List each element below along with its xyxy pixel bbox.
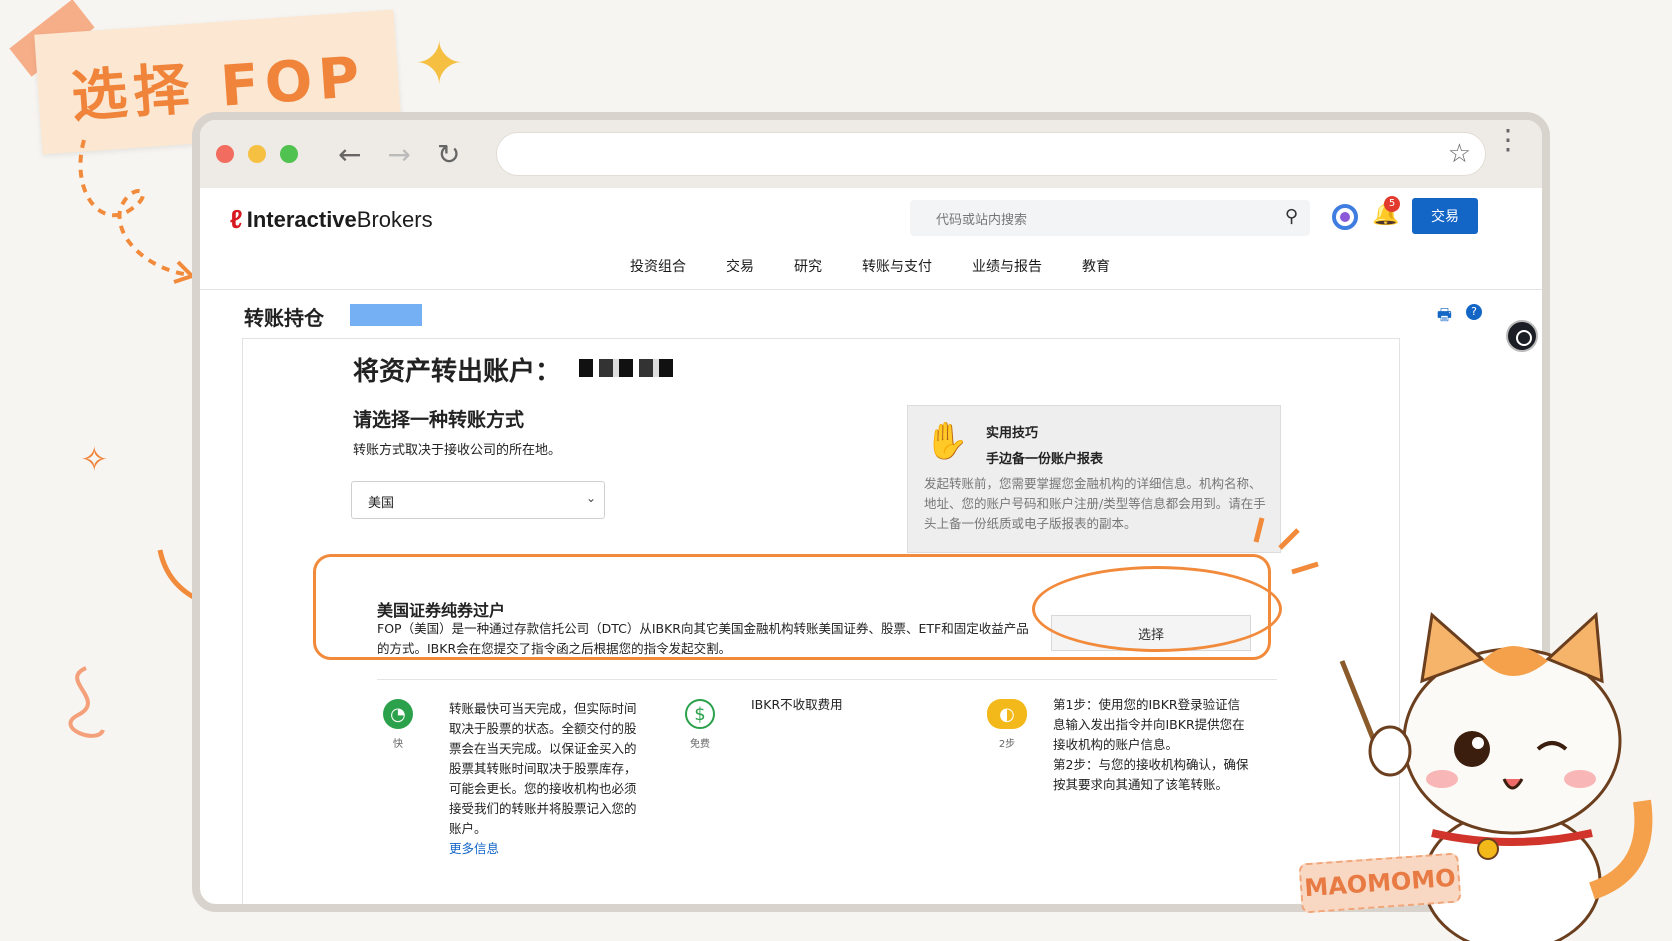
ib-logo[interactable]: ℓ Interactive Brokers: [230, 204, 433, 235]
fop-title: 美国证券纯券过户: [377, 601, 506, 620]
ibkr-assistant-icon[interactable]: [1332, 204, 1358, 230]
speed-label: 快: [393, 739, 403, 750]
country-select-value: 美国: [368, 496, 395, 511]
nav-portfolio[interactable]: 投资组合: [630, 256, 686, 276]
bookmark-star-icon[interactable]: ☆: [1448, 139, 1471, 169]
search-placeholder: 代码或站内搜索: [936, 213, 1028, 228]
back-icon[interactable]: ←: [338, 138, 361, 171]
minimize-dot[interactable]: [248, 145, 266, 163]
steps-icon: ◐: [987, 699, 1027, 729]
card-title: 将资产转出账户：: [353, 357, 562, 387]
sparkle-outline-icon: ✧: [80, 440, 109, 480]
speed-description: 转账最快可当天完成，但实际时间取决于股票的状态。全额交付的股票会在当天完成。以保…: [449, 701, 637, 836]
page-title: 转账持仓: [244, 306, 324, 330]
dashed-arrow-icon: [78, 139, 196, 284]
more-info-link[interactable]: 更多信息: [449, 841, 499, 856]
step-2: 第2步：与您的接收机构确认，确保按其要求向其通知了该笔转账。: [1053, 757, 1249, 792]
masked-account-number: [579, 359, 679, 377]
divider: [377, 679, 1277, 680]
address-bar[interactable]: ☆: [496, 132, 1486, 176]
browser-menu-icon[interactable]: ⋮: [1494, 126, 1522, 154]
ib-logo-mark-icon: ℓ: [230, 204, 243, 234]
speed-feature: ◔ 快: [383, 699, 413, 750]
tip-label: 实用技巧: [986, 426, 1039, 441]
steps-text: 第1步：使用您的IBKR登录验证信息输入发出指令并向IBKR提供您在接收机构的账…: [1053, 695, 1249, 795]
speedometer-icon: ◔: [383, 699, 413, 729]
tip-box: ✋ 实用技巧 手边备一份账户报表 发起转账前，您需要掌握您金融机构的详细信息。机…: [907, 405, 1281, 553]
print-icon[interactable]: 🖶: [1437, 304, 1452, 331]
sparkle-icon: ✦: [414, 29, 465, 99]
help-icon[interactable]: ?: [1466, 304, 1482, 320]
logo-text-bold: Interactive: [246, 206, 357, 232]
trade-button[interactable]: 交易: [1412, 198, 1478, 234]
forward-icon[interactable]: →: [387, 138, 410, 171]
country-select[interactable]: 美国 ⌄: [351, 481, 605, 519]
main-nav: 投资组合 交易 研究 转账与支付 业绩与报告 教育: [630, 256, 1150, 276]
close-dot[interactable]: [216, 145, 234, 163]
browser-toolbar: ← → ↻ ☆ ⋮: [200, 120, 1542, 188]
fee-label: 免费: [690, 739, 710, 750]
site-search-input[interactable]: 代码或站内搜索 ⚲: [910, 200, 1310, 236]
fee-text: IBKR不收取费用: [751, 697, 843, 712]
fop-select-button[interactable]: 选择: [1051, 615, 1251, 651]
fee-feature: $ 免费: [685, 699, 715, 750]
nav-education[interactable]: 教育: [1082, 256, 1110, 276]
method-title: 请选择一种转账方式: [353, 409, 525, 431]
masked-account-id: [350, 304, 422, 326]
nav-trade[interactable]: 交易: [726, 256, 754, 276]
squiggle-icon: [68, 666, 105, 738]
page-title-row: 转账持仓 🖶 ?: [200, 290, 1542, 352]
snap-fingers-icon: ✋: [924, 421, 969, 462]
fop-description: FOP（美国）是一种通过存款信托公司（DTC）从IBKR向其它美国金融机构转账美…: [377, 621, 1029, 656]
step-1: 第1步：使用您的IBKR登录验证信息输入发出指令并向IBKR提供您在接收机构的账…: [1053, 697, 1245, 752]
refresh-icon[interactable]: ↻: [437, 138, 460, 171]
steps-feature: ◐ 2步: [987, 699, 1027, 750]
nav-research[interactable]: 研究: [794, 256, 822, 276]
method-subtitle: 转账方式取决于接收公司的所在地。: [353, 443, 562, 458]
nav-transfer-pay[interactable]: 转账与支付: [862, 256, 932, 276]
fop-option: 美国证券纯券过户 FOP（美国）是一种通过存款信托公司（DTC）从IBKR向其它…: [243, 579, 1283, 689]
chat-support-icon[interactable]: [1506, 320, 1538, 352]
tip-body: 发起转账前，您需要掌握您金融机构的详细信息。机构名称、地址、您的账户号码和账户注…: [924, 476, 1266, 531]
tip-heading: 手边备一份账户报表: [986, 452, 1104, 467]
notification-badge: 5: [1384, 196, 1400, 212]
nav-performance-reports[interactable]: 业绩与报告: [972, 256, 1042, 276]
maximize-dot[interactable]: [280, 145, 298, 163]
emphasis-marks-icon: [1253, 517, 1319, 575]
chevron-down-icon: ⌄: [585, 491, 596, 505]
search-icon[interactable]: ⚲: [1285, 206, 1298, 227]
speed-text: 转账最快可当天完成，但实际时间取决于股票的状态。全额交付的股票会在当天完成。以保…: [449, 699, 643, 859]
transfer-card: 将资产转出账户： 请选择一种转账方式 转账方式取决于接收公司的所在地。 美国 ⌄…: [242, 338, 1400, 904]
logo-text-light: Brokers: [356, 206, 433, 232]
ib-header: ℓ Interactive Brokers 代码或站内搜索 ⚲ 🔔 5 交易 投…: [200, 188, 1542, 290]
no-fee-icon: $: [685, 699, 715, 729]
steps-label: 2步: [998, 739, 1016, 750]
